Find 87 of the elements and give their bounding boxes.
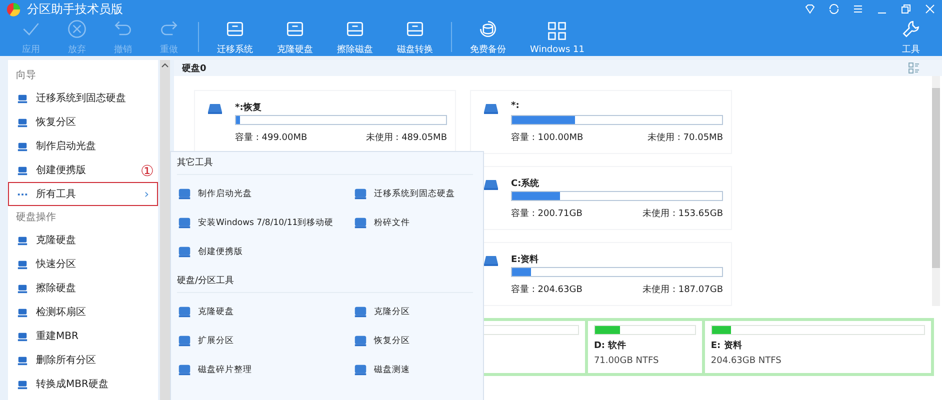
diamond-icon[interactable] xyxy=(804,3,816,15)
sidebar-item[interactable]: 擦除硬盘 xyxy=(8,276,85,300)
menu-section-heading: 硬盘/分区工具 xyxy=(177,270,473,293)
tool-icon xyxy=(177,186,192,201)
tool-icon xyxy=(17,282,28,294)
drive-icon xyxy=(483,255,499,267)
drive-icon xyxy=(483,103,499,115)
scrollbar[interactable] xyxy=(932,76,940,306)
close-icon[interactable] xyxy=(924,3,936,15)
sidebar-item[interactable]: 转换成MBR硬盘 xyxy=(8,372,118,396)
sidebar-item[interactable]: 删除所有分区 xyxy=(8,348,105,372)
tool-icon xyxy=(17,354,28,366)
scrollbar[interactable] xyxy=(160,60,170,400)
wrench-icon xyxy=(900,18,922,40)
tool-icon xyxy=(17,330,28,342)
menu-item[interactable]: 创建便携版 xyxy=(177,237,353,266)
chevron-icon: › xyxy=(144,187,149,201)
capacity-text: 容量 : 204.63GB xyxy=(511,284,582,296)
drive-icon xyxy=(207,103,223,115)
menu-section-heading: 其它工具 xyxy=(177,152,473,175)
restore-icon[interactable] xyxy=(900,3,912,15)
menu-item[interactable]: 制作启动光盘 xyxy=(177,179,353,208)
sidebar-item[interactable]: 快速分区 xyxy=(8,252,85,276)
sidebar-item[interactable]: 重建MBR xyxy=(8,324,88,348)
free-space-text: 未使用 : 187.07GB xyxy=(642,284,723,296)
menu-item[interactable]: 磁盘碎片整理 xyxy=(177,355,353,384)
tool-icon xyxy=(17,258,28,270)
sidebar-item[interactable]: 检测坏扇区 xyxy=(8,300,95,324)
tool-icon xyxy=(17,92,28,104)
partition-name: E:资料 xyxy=(511,253,540,265)
refresh-icon[interactable] xyxy=(828,3,840,15)
cancel-icon xyxy=(66,18,88,40)
menu-item[interactable]: 恢复分区 xyxy=(353,326,483,355)
tool-icon xyxy=(177,304,192,319)
sidebar-item[interactable]: 恢复分区 xyxy=(8,110,85,134)
pie-logo-icon xyxy=(6,2,21,16)
section-heading: 向导 xyxy=(15,69,37,83)
partition-name: *: xyxy=(511,101,520,113)
tool-icon xyxy=(17,164,28,176)
free-space-text: 未使用 : 489.05MB xyxy=(366,132,447,144)
partition-size: 204.63GB NTFS xyxy=(710,356,782,366)
tool-icon xyxy=(353,215,368,230)
partition-block[interactable]: D: 软件 71.00GB NTFS xyxy=(588,321,702,373)
free-space-text: 未使用 : 70.05MB xyxy=(648,132,723,144)
partition-size: 71.00GB NTFS xyxy=(594,356,660,366)
sidebar-item[interactable]: 所有工具 › xyxy=(8,182,158,206)
capacity-text: 容量 : 499.00MB xyxy=(235,132,308,144)
grid-icon xyxy=(546,20,568,42)
partition-name: E: 资料 xyxy=(710,339,743,352)
partition-name: *:恢复 xyxy=(235,102,262,113)
menu-icon[interactable] xyxy=(852,3,864,15)
sidebar-item[interactable]: 创建便携版 xyxy=(8,158,95,182)
tool-icon xyxy=(353,186,368,201)
step-number: ① xyxy=(140,162,154,180)
section-heading: 硬盘操作 xyxy=(15,211,57,225)
tool-icon xyxy=(353,362,368,377)
tool-icon xyxy=(17,234,28,246)
database-icon xyxy=(477,18,499,40)
menu-item[interactable]: 磁盘测速 xyxy=(353,355,483,384)
tool-icon xyxy=(353,304,368,319)
sidebar-item[interactable]: 制作启动光盘 xyxy=(8,134,105,158)
tool-icon xyxy=(177,362,192,377)
tool-icon xyxy=(353,333,368,348)
tool-icon xyxy=(17,140,28,152)
free-space-text: 未使用 : 153.65GB xyxy=(642,208,723,220)
disk-title: 硬盘0 xyxy=(182,62,206,74)
window-title: 分区助手技术员版 xyxy=(27,0,123,18)
drive-icon xyxy=(483,179,499,191)
tool-icon xyxy=(17,306,28,318)
partition-card[interactable]: *: 容量 : 100.00MB 未使用 : 70.05MB xyxy=(470,90,732,154)
capacity-text: 容量 : 200.71GB xyxy=(511,208,582,220)
menu-item[interactable]: 扩展分区 xyxy=(177,326,353,355)
tool-icon xyxy=(177,215,192,230)
partition-block[interactable]: E: 资料 204.63GB NTFS xyxy=(704,321,931,373)
scroll-up-icon[interactable] xyxy=(161,62,169,68)
partition-name: D: 软件 xyxy=(594,340,628,352)
menu-item[interactable]: 安装Windows 7/8/10/11到移动硬 xyxy=(177,208,353,237)
capacity-text: 容量 : 100.00MB xyxy=(511,132,584,144)
tool-icon xyxy=(177,244,192,259)
partition-name: C:系统 xyxy=(511,177,540,189)
view-toggle-icon[interactable] xyxy=(908,62,920,74)
tool-icon xyxy=(177,333,192,348)
tool-icon xyxy=(17,116,28,128)
sidebar-item[interactable]: 克隆硬盘 xyxy=(8,228,85,252)
tool-icon xyxy=(17,378,28,390)
menu-item[interactable]: 克隆硬盘 xyxy=(177,297,353,326)
sidebar-item[interactable]: 迁移系统到固态硬盘 xyxy=(8,86,135,110)
